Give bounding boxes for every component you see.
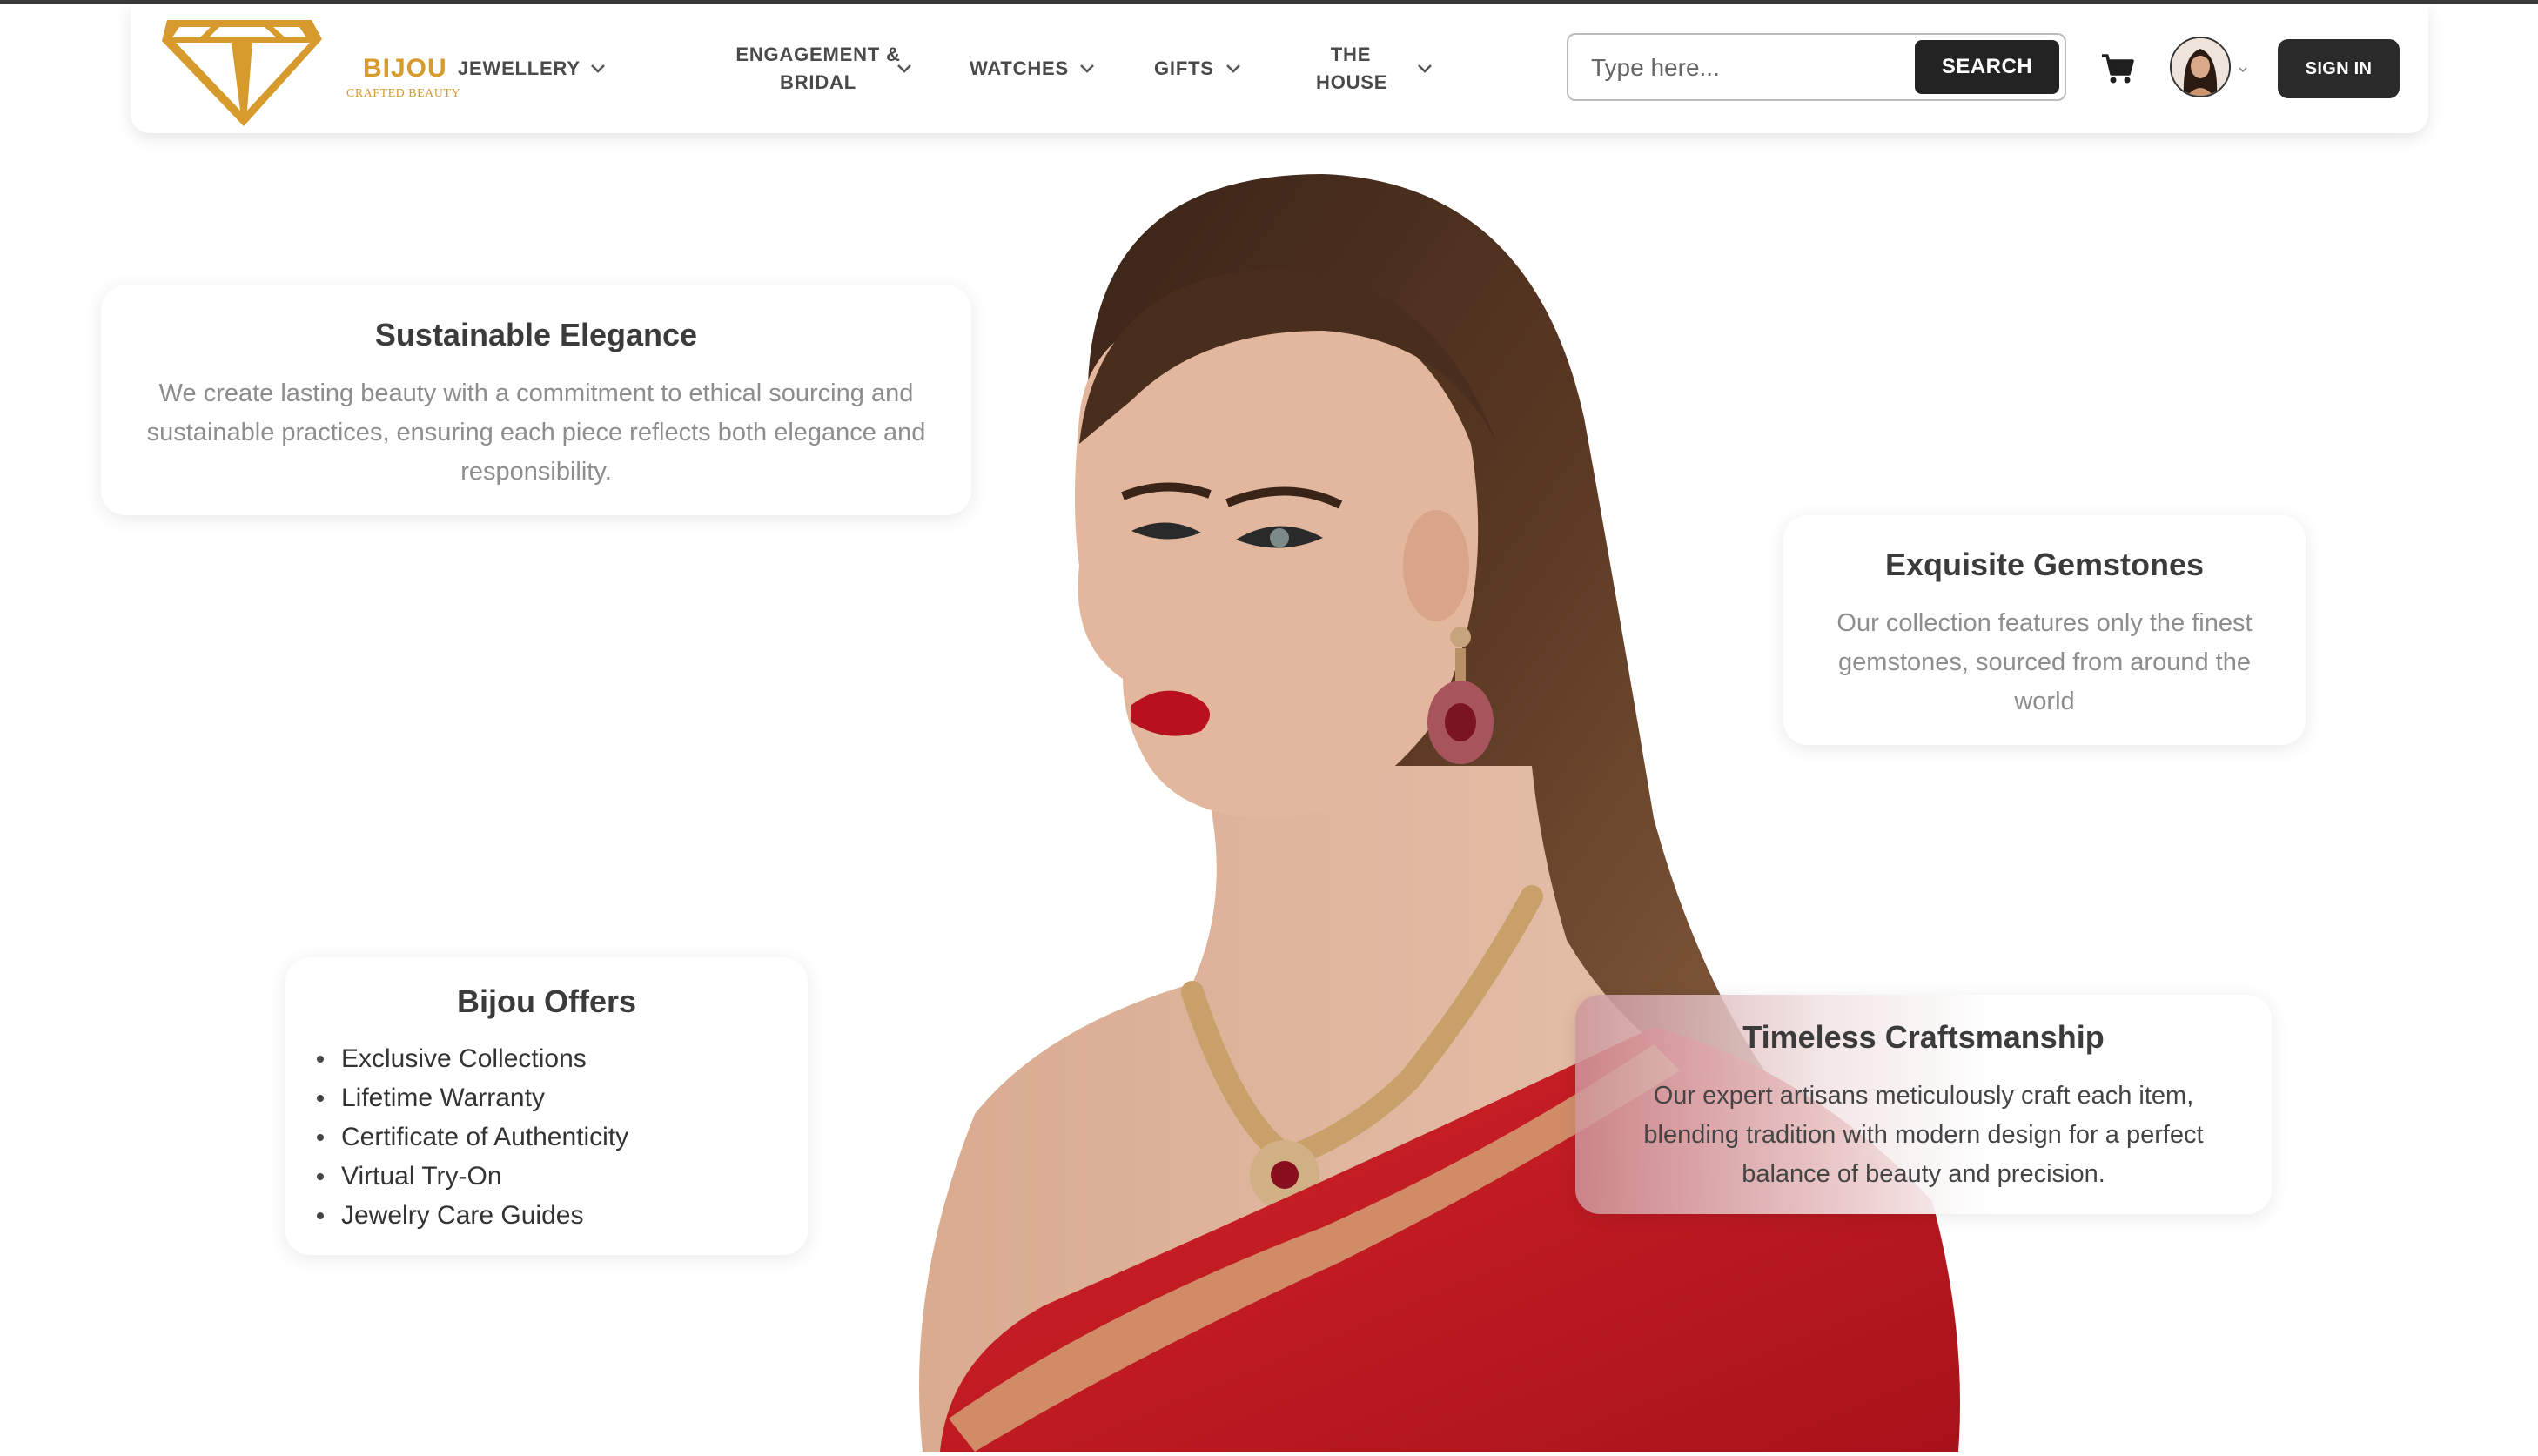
card-title: Bijou Offers [456,983,636,1019]
card-title: Exquisite Gemstones [1884,547,2205,582]
brand-logo[interactable]: BIJOU CRAFTED BEAUTY [157,15,460,126]
search-button[interactable]: SEARCH [1915,40,2059,94]
chevron-down-icon[interactable] [1078,58,1097,77]
list-item: Virtual Try-On [317,1157,808,1196]
list-item: Lifetime Warranty [317,1078,808,1117]
card-text: We create lasting beauty with a commitme… [146,379,926,486]
card-timeless-craftsmanship: Timeless Craftsmanship Our expert artisa… [1575,995,2272,1214]
brand-name: BIJOU [363,54,447,83]
nav-item-label: JEWELLERY [458,57,581,79]
card-bijou-offers: Bijou Offers Exclusive Collections Lifet… [285,957,808,1255]
chevron-down-icon[interactable] [1224,58,1243,77]
nav-item-label: GIFTS [1154,57,1214,79]
card-text: Our expert artisans meticulously craft e… [1643,1082,2204,1188]
card-title: Timeless Craftsmanship [1742,1019,2105,1055]
nav-item-watches[interactable]: WATCHES [970,34,1069,104]
list-item: Exclusive Collections [317,1039,808,1078]
avatar[interactable] [2170,37,2231,97]
chevron-down-icon[interactable] [588,58,608,77]
card-text: Our collection features only the finest … [1836,609,2253,715]
navbar: BIJOU CRAFTED BEAUTY JEWELLERY ENGAGEMEN… [131,4,2428,133]
nav-item-label: WATCHES [970,57,1069,79]
offers-list: Exclusive Collections Lifetime Warranty … [285,1039,808,1235]
chevron-down-icon[interactable] [895,58,914,77]
chevron-down-icon[interactable] [1415,58,1434,77]
nav-item-label: THE HOUSE [1316,44,1388,93]
nav-item-the-house[interactable]: THE HOUSE [1307,34,1394,104]
hero-model-image [870,157,2002,1452]
search-input[interactable] [1589,49,1906,87]
user-avatar-icon [2172,38,2229,96]
card-title: Sustainable Elegance [374,317,698,352]
card-sustainable-elegance: Sustainable Elegance We create lasting b… [101,285,971,515]
nav-item-label: ENGAGEMENT & BRIDAL [735,44,901,93]
chevron-down-icon[interactable] [2238,63,2248,73]
search-bar: SEARCH [1567,33,2066,101]
cart-icon[interactable] [2101,53,2134,84]
card-exquisite-gemstones: Exquisite Gemstones Our collection featu… [1783,515,2306,745]
list-item: Jewelry Care Guides [317,1196,808,1235]
sign-in-button[interactable]: SIGN IN [2278,39,2400,98]
diamond-logo-icon [162,20,322,126]
brand-tagline: CRAFTED BEAUTY [346,87,461,100]
nav-item-gifts[interactable]: GIFTS [1154,34,1214,104]
list-item: Certificate of Authenticity [317,1117,808,1157]
nav-item-jewellery[interactable]: JEWELLERY [458,34,581,104]
